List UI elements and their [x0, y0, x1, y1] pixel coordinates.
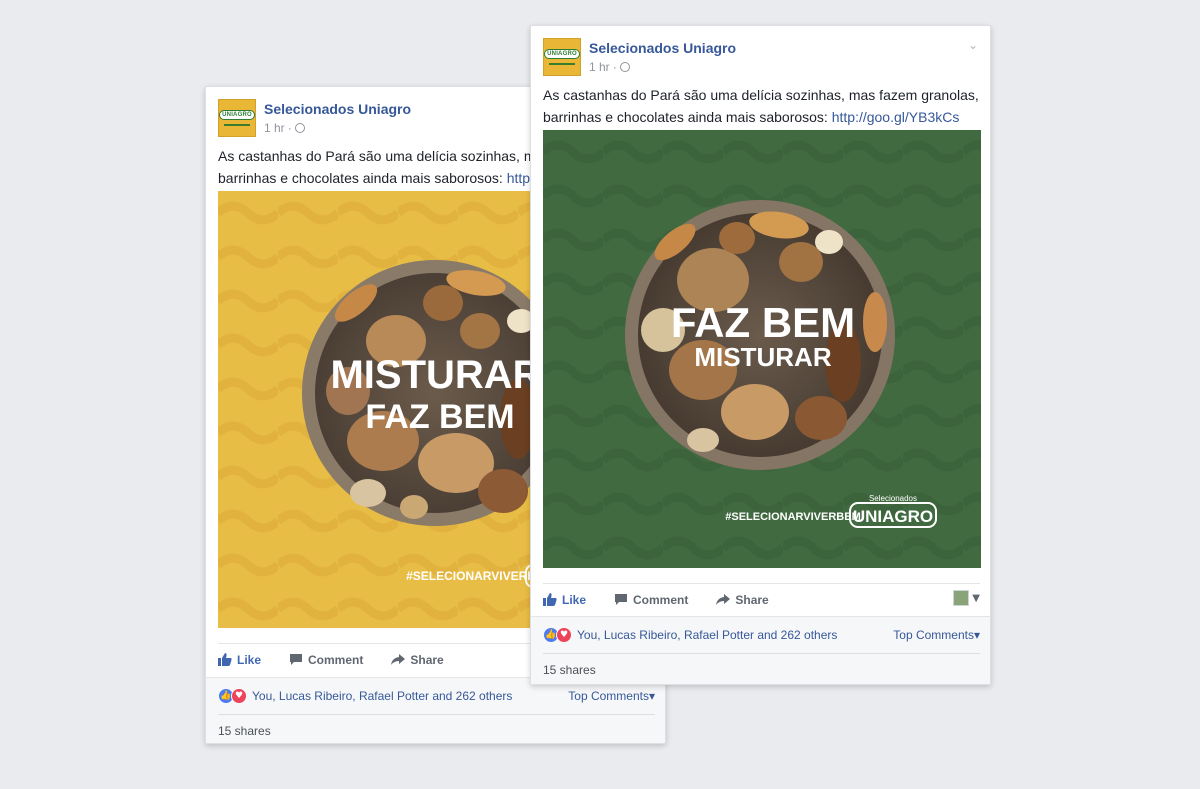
comment-label: Comment	[308, 652, 364, 667]
reactions-row: 👍 ♥ You, Lucas Ribeiro, Rafael Potter an…	[543, 626, 980, 644]
thumbs-up-icon	[218, 653, 232, 666]
shares-label: 15 shares	[218, 724, 271, 738]
top-comments-dropdown[interactable]: Top Comments▾	[893, 628, 980, 642]
user-avatar	[953, 590, 970, 606]
react-as-selector[interactable]: ▼	[953, 590, 980, 606]
like-label: Like	[562, 592, 587, 607]
timestamp[interactable]: 1 hr	[264, 121, 285, 135]
page-name-link[interactable]: Selecionados Uniagro	[589, 40, 736, 56]
hashtag: #SELECIONARVIVERBEM	[725, 511, 861, 523]
post-header: UNIAGRO Selecionados Uniagro 1 hr · ⌄	[543, 38, 980, 78]
share-button[interactable]: Share	[716, 592, 769, 607]
comment-icon	[290, 654, 303, 665]
headline-line2: MISTURAR	[694, 342, 831, 372]
page-name-link[interactable]: Selecionados Uniagro	[264, 101, 411, 117]
globe-icon	[294, 123, 305, 133]
page-avatar[interactable]: UNIAGRO	[218, 99, 256, 137]
reactions-summary[interactable]: You, Lucas Ribeiro, Rafael Potter and 26…	[252, 689, 512, 703]
action-bar: Like Comment Share ▼	[543, 583, 980, 615]
comment-button[interactable]: Comment	[614, 593, 688, 607]
brand-small: Selecionados	[869, 494, 917, 503]
meta-separator: ·	[287, 121, 292, 135]
post-link[interactable]: http://goo.gl/YB3kCs	[832, 109, 960, 125]
like-button[interactable]: Like	[218, 653, 261, 667]
globe-icon	[619, 62, 630, 72]
comment-icon	[615, 594, 628, 605]
chevron-down-icon: ▼	[972, 592, 980, 604]
post-text-line2-prefix: barrinhas e chocolates ainda mais saboro…	[218, 170, 507, 186]
post-meta: 1 hr ·	[264, 121, 305, 135]
brand-name: UNIAGRO	[853, 507, 933, 526]
share-button[interactable]: Share	[391, 652, 444, 667]
top-comments-label: Top Comments	[568, 689, 649, 703]
like-button[interactable]: Like	[543, 593, 586, 607]
logo-underline	[224, 124, 250, 126]
top-comments-dropdown[interactable]: Top Comments▾	[568, 689, 655, 703]
headline-line2: FAZ BEM	[365, 398, 514, 436]
headline-line1: MISTURAR	[330, 353, 541, 397]
post-text-line2: barrinhas e chocolates ainda mais saboro…	[543, 106, 980, 128]
love-reaction-icon[interactable]: ♥	[556, 627, 572, 643]
post-text-line1: As castanhas do Pará são uma delícia soz…	[543, 87, 979, 103]
reactions-summary[interactable]: You, Lucas Ribeiro, Rafael Potter and 26…	[577, 628, 837, 642]
logo-text: UNIAGRO	[219, 110, 255, 120]
post-footer: 👍 ♥ You, Lucas Ribeiro, Rafael Potter an…	[206, 677, 665, 743]
thumbs-up-icon	[543, 593, 557, 606]
comment-label: Comment	[633, 592, 689, 607]
post-text: As castanhas do Pará são uma delícia soz…	[543, 84, 980, 128]
comment-button[interactable]: Comment	[289, 653, 363, 667]
post-text-line2-prefix: barrinhas e chocolates ainda mais saboro…	[543, 109, 832, 125]
timestamp[interactable]: 1 hr	[589, 60, 610, 74]
logo-underline	[549, 63, 575, 65]
shares-count[interactable]: 15 shares	[218, 714, 655, 738]
share-icon	[391, 654, 406, 665]
share-label: Share	[735, 592, 769, 607]
share-icon	[716, 594, 731, 605]
like-label: Like	[237, 652, 262, 667]
share-label: Share	[410, 652, 444, 667]
shares-count[interactable]: 15 shares	[543, 653, 980, 677]
post-image-art: FAZ BEM MISTURAR #SELECIONARVIVERBEM Sel…	[543, 130, 981, 568]
post-footer: 👍 ♥ You, Lucas Ribeiro, Rafael Potter an…	[531, 616, 990, 684]
chevron-down-icon: ▾	[973, 628, 980, 642]
post-card-faz-bem: UNIAGRO Selecionados Uniagro 1 hr · ⌄ As…	[530, 25, 991, 685]
page-avatar[interactable]: UNIAGRO	[543, 38, 581, 76]
headline-line1: FAZ BEM	[671, 299, 855, 346]
chevron-down-icon: ▾	[648, 689, 655, 703]
post-image[interactable]: FAZ BEM MISTURAR #SELECIONARVIVERBEM Sel…	[543, 130, 981, 568]
top-comments-label: Top Comments	[893, 628, 974, 642]
meta-separator: ·	[612, 60, 617, 74]
shares-label: 15 shares	[543, 663, 596, 677]
post-options-chevron-icon[interactable]: ⌄	[966, 38, 980, 52]
post-meta: 1 hr ·	[589, 60, 630, 74]
love-reaction-icon[interactable]: ♥	[231, 688, 247, 704]
reactions-row: 👍 ♥ You, Lucas Ribeiro, Rafael Potter an…	[218, 687, 655, 705]
logo-text: UNIAGRO	[544, 49, 580, 59]
